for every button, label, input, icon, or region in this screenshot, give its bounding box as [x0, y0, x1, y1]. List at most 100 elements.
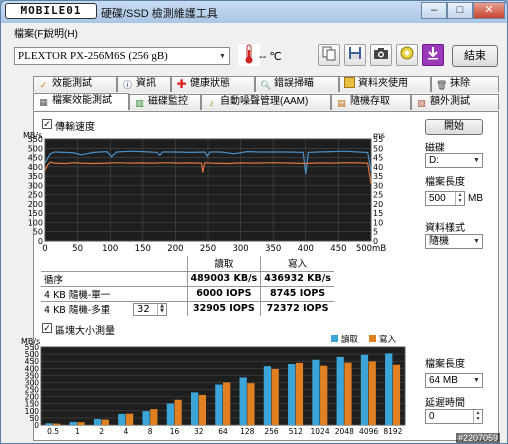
- app-logo: MOBILE01: [5, 3, 97, 19]
- block-length-select[interactable]: 64 MB ▼: [425, 373, 483, 388]
- delay-stepper[interactable]: 0 ▲ ▼: [425, 409, 483, 424]
- x-tick-label: 100: [102, 244, 118, 254]
- device-select-value: PLEXTOR PX-256M6S (256 gB): [18, 50, 168, 62]
- x-tick-label: 8: [148, 427, 153, 436]
- y-tick-label: 350: [28, 172, 43, 181]
- y2-tick-label: 30: [373, 181, 383, 190]
- tab-error-scan[interactable]: 🔍︎ 錯誤掃瞄: [255, 76, 339, 92]
- x-tick-label: 150: [135, 244, 151, 254]
- header-write: 寫入: [260, 256, 334, 271]
- tab-health[interactable]: ✚ 健康狀態: [171, 76, 255, 92]
- legend-label-read: 讀取: [341, 334, 359, 345]
- file-length-label: 檔案長度: [425, 177, 465, 188]
- read-value: 6000 IOPS: [186, 285, 261, 301]
- y2-axis-unit: ms: [373, 131, 385, 140]
- table-row: 讀取 寫入: [41, 256, 334, 271]
- table-row: 循序 489003 KB/s 436932 KB/s: [41, 270, 334, 286]
- table-row: 4 KB 隨機-單一 6000 IOPS 8745 IOPS: [41, 285, 334, 301]
- data-pattern-select[interactable]: 隨機 ▼: [425, 234, 483, 249]
- read-value: 489003 KB/s: [186, 270, 261, 286]
- tab-file-benchmark[interactable]: ▦ 檔案效能測試: [33, 93, 129, 110]
- chevron-down-icon: ▼: [219, 52, 226, 60]
- drive-label: 磁碟: [425, 143, 445, 154]
- chevron-down-icon: ▼: [473, 238, 480, 245]
- tab-aam[interactable]: ♪ 自動噪聲管理(AAM): [201, 94, 331, 110]
- exit-button[interactable]: 結束: [452, 45, 498, 67]
- tab-extra-tests[interactable]: ▧ 額外測試: [411, 94, 499, 110]
- write-bar: [101, 419, 109, 425]
- read-bar: [93, 419, 102, 425]
- magnifier-icon: 🔍︎: [260, 80, 272, 90]
- row-name: 4 KB 隨機-單一: [41, 285, 187, 301]
- table-row: 4 KB 隨機-多重 32 ▲ ▼ 32905 IOPS 72372 IOPS: [41, 300, 334, 316]
- x-tick-label: 16: [170, 427, 180, 436]
- x-tick-label: 1024: [311, 427, 330, 436]
- legend-label-write: 寫入: [379, 334, 397, 345]
- read-bar: [239, 377, 247, 425]
- read-bar: [215, 384, 223, 425]
- tab-erase[interactable]: 🗑︎ 抹除: [431, 76, 499, 92]
- file-length-stepper[interactable]: 500 ▲ ▼: [425, 191, 465, 206]
- x-tick-label: 8192: [383, 427, 402, 436]
- x-tick-label: 50: [72, 244, 83, 254]
- tab-disk-monitor[interactable]: ▥ 磁碟監控: [129, 94, 201, 110]
- write-bar: [392, 364, 401, 425]
- menu-file[interactable]: 檔案(F): [14, 25, 47, 40]
- write-bar: [247, 383, 255, 425]
- copy-icon[interactable]: [318, 44, 340, 66]
- start-button[interactable]: 開始: [425, 119, 483, 135]
- save-icon[interactable]: [344, 44, 366, 66]
- drive-select[interactable]: D: ▼: [425, 153, 483, 168]
- tab-label: 檔案效能測試: [52, 95, 112, 106]
- read-bar: [263, 366, 272, 425]
- tab-label: 抹除: [450, 78, 470, 89]
- tab-label: 磁碟監控: [148, 96, 188, 107]
- x-tick-label: 250: [200, 244, 216, 254]
- tab-performance[interactable]: ✓ 效能測試: [33, 76, 117, 92]
- x-tick-label: 1: [75, 427, 80, 436]
- y-tick-label: 300: [28, 181, 43, 190]
- tab-label: 額外測試: [430, 96, 470, 107]
- maximize-button[interactable]: □: [447, 2, 473, 19]
- read-bar: [45, 423, 53, 425]
- tab-folder-usage[interactable]: 資料夾使用: [339, 76, 431, 92]
- download-icon[interactable]: [422, 44, 444, 66]
- chevron-down-icon: ▼: [473, 377, 480, 384]
- x-tick-label: 4: [124, 427, 129, 436]
- y-tick-label: 50: [33, 228, 43, 237]
- read-bar: [288, 364, 296, 425]
- file-length-unit: MB: [468, 193, 483, 204]
- y2-tick-label: 45: [373, 154, 383, 163]
- transfer-speed-checkbox[interactable]: ✓: [42, 119, 52, 129]
- trash-icon: 🗑︎: [436, 80, 448, 90]
- minimize-button[interactable]: –: [421, 2, 447, 19]
- camera-icon[interactable]: [370, 44, 392, 66]
- y-axis-unit: MB/s: [21, 337, 40, 346]
- device-select[interactable]: PLEXTOR PX-256M6S (256 gB) ▼: [14, 47, 230, 65]
- write-bar: [150, 409, 158, 425]
- write-bar: [53, 423, 61, 425]
- x-tick-label: 128: [240, 427, 255, 436]
- tab-label: 隨機存取: [350, 96, 390, 107]
- y2-tick-label: 25: [373, 191, 383, 200]
- read-bar: [360, 354, 369, 425]
- read-bar: [118, 413, 126, 425]
- read-bar: [166, 403, 174, 425]
- menu-help[interactable]: 說明(H): [44, 25, 78, 40]
- reload-icon[interactable]: [396, 44, 418, 66]
- legend-swatch-write: [369, 335, 376, 342]
- write-bar: [320, 365, 328, 425]
- tab-info[interactable]: ⓘ 資訊: [117, 76, 171, 92]
- x-tick-label: 500mB: [356, 244, 387, 254]
- close-button[interactable]: ✕: [473, 2, 505, 19]
- thermometer-icon[interactable]: [238, 44, 260, 66]
- read-bar: [312, 359, 320, 425]
- block-size-checkbox[interactable]: ✓: [42, 323, 52, 333]
- queue-depth-stepper[interactable]: 32 ▲ ▼: [133, 302, 167, 316]
- read-bar: [336, 356, 344, 425]
- y-tick-label: 200: [28, 200, 43, 209]
- app-window: MOBILE01 硬碟/SSD 檢測維護工具 – □ ✕ 檔案(F) 說明(H)…: [0, 0, 508, 444]
- tab-random-access[interactable]: ▤ 隨機存取: [331, 94, 411, 110]
- read-bar: [190, 392, 199, 425]
- tab-label: 效能測試: [52, 78, 92, 89]
